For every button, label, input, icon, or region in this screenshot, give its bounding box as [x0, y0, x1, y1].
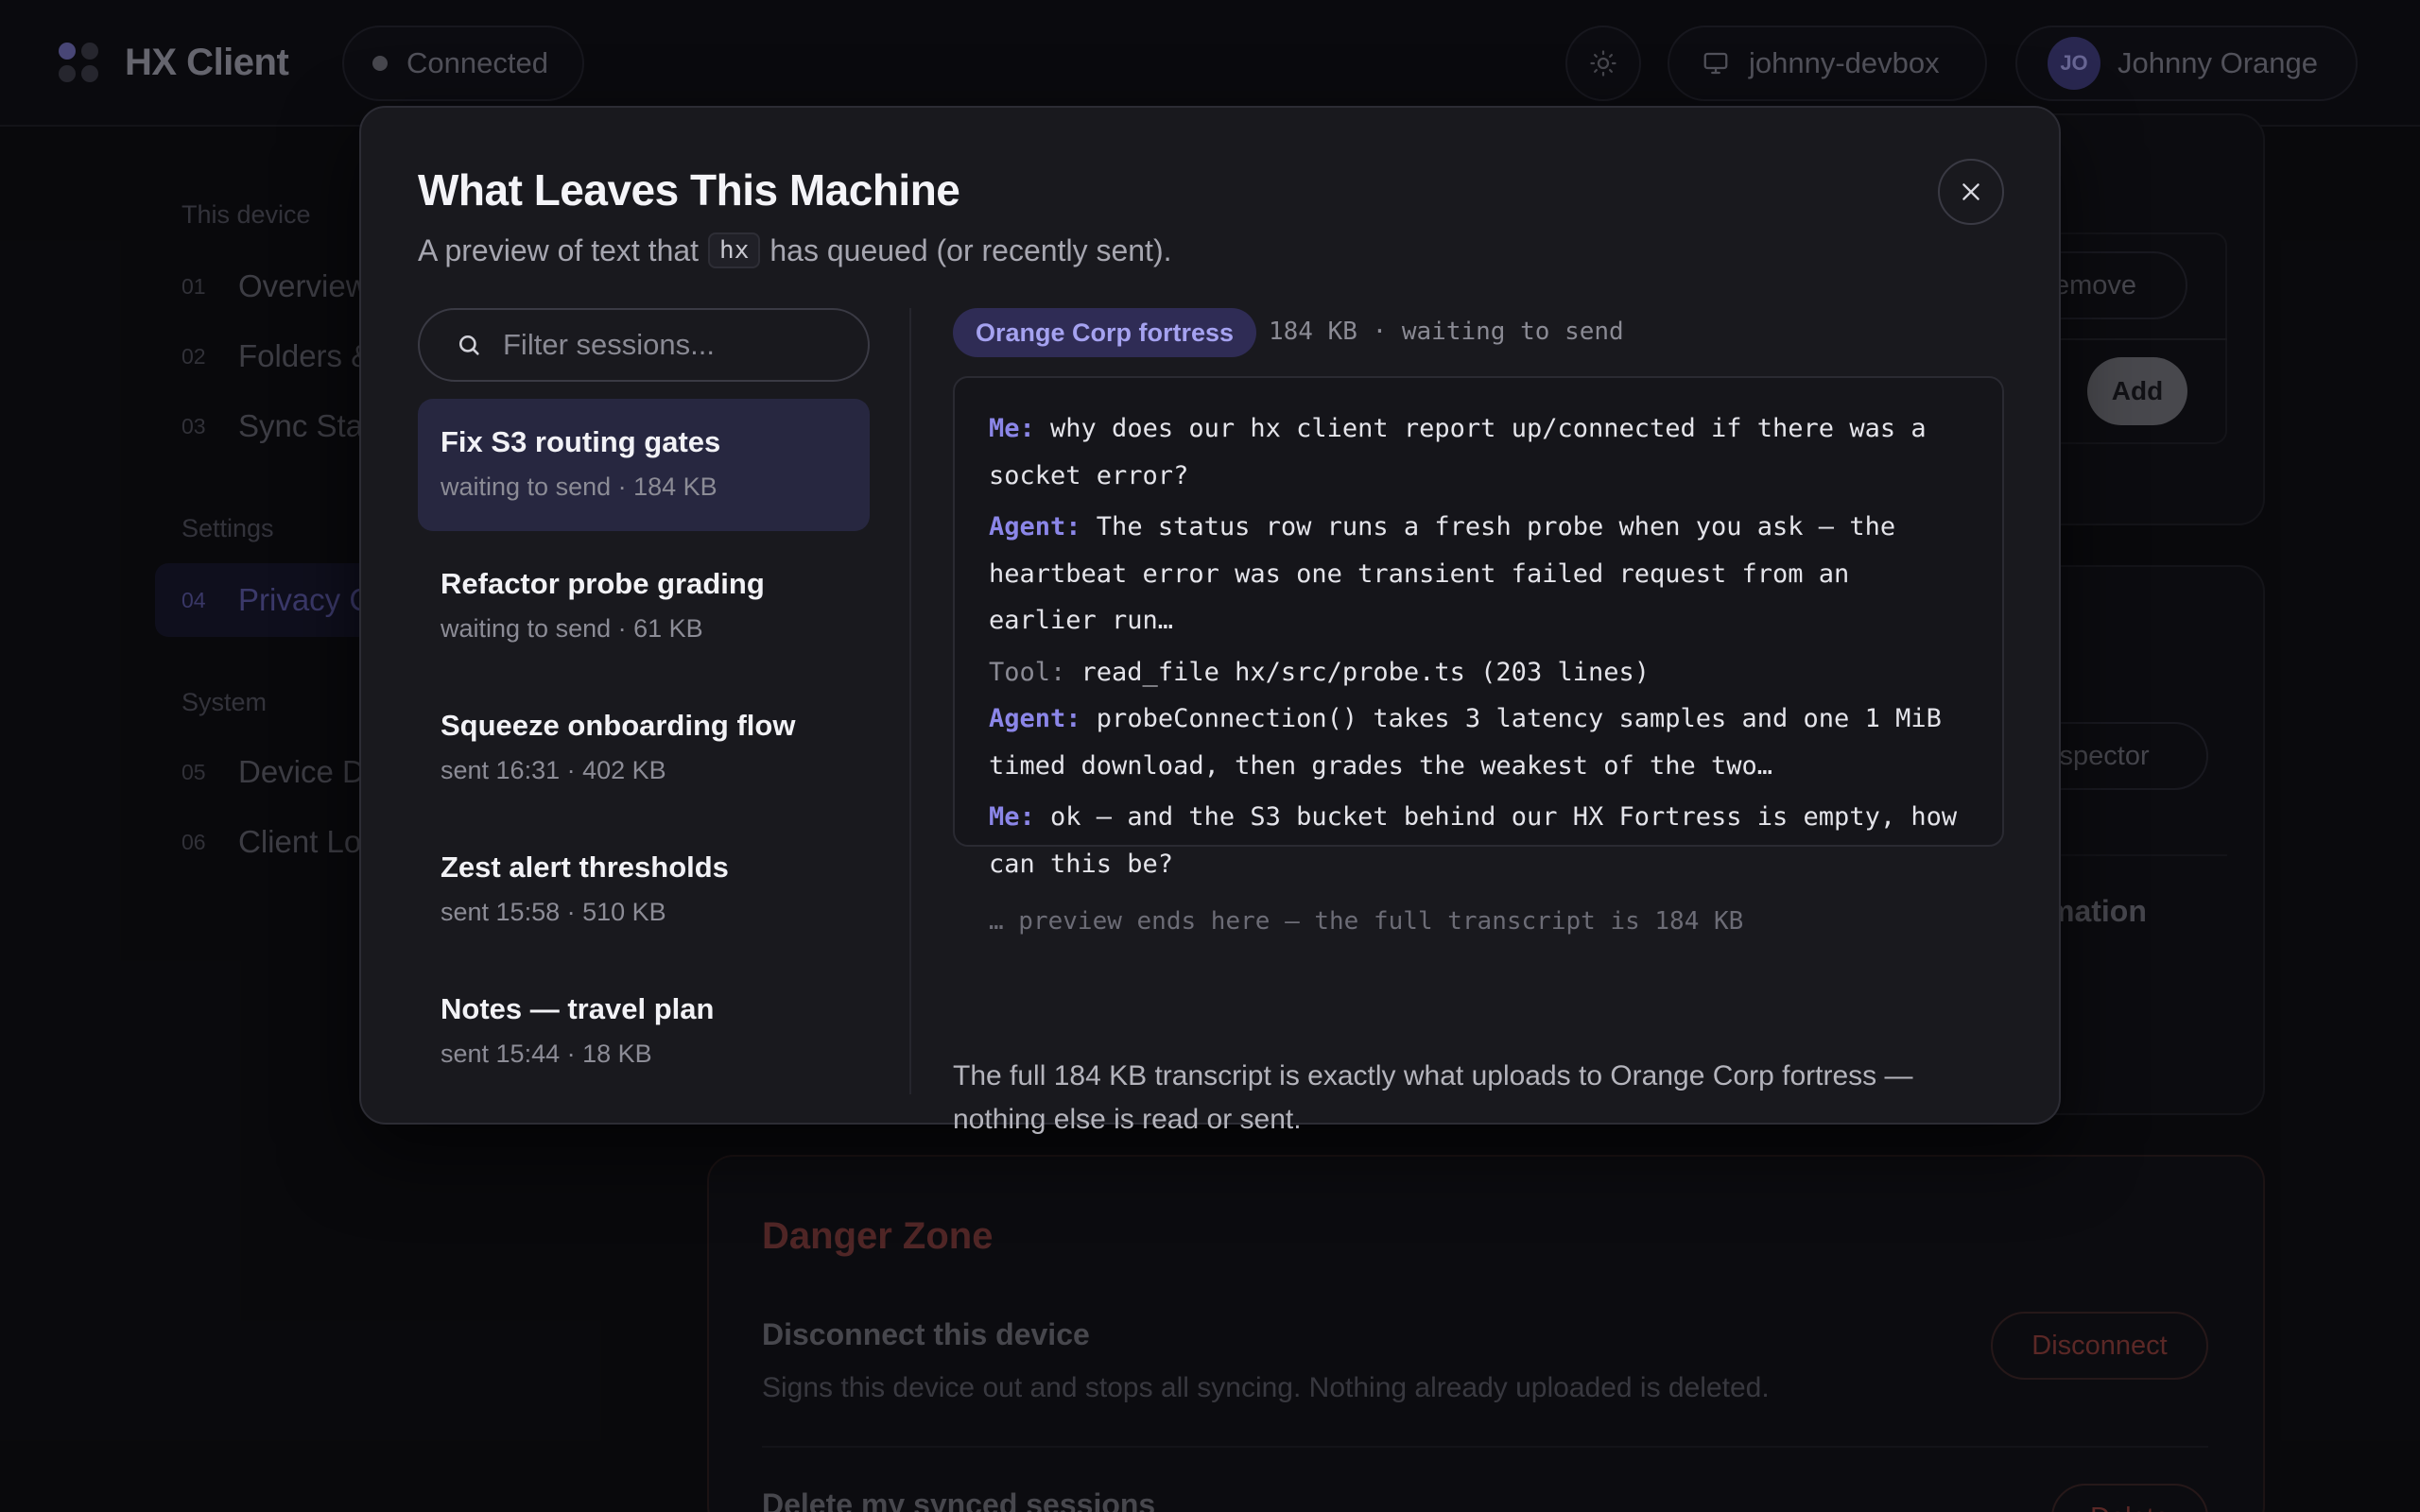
line-text: earlier run… — [989, 606, 1174, 635]
session-item[interactable]: Notes — travel plan sent 15:44 · 18 KB — [418, 966, 870, 1098]
session-item[interactable]: Zest alert thresholds sent 15:58 · 510 K… — [418, 824, 870, 956]
transcript-line: Me: ok — and the S3 bucket behind our HX… — [989, 795, 1968, 841]
session-filter[interactable] — [418, 308, 870, 382]
dialog-title: What Leaves This Machine — [418, 165, 960, 215]
session-meta: sent 15:44 · 18 KB — [441, 1040, 652, 1068]
close-button[interactable] — [1938, 159, 2004, 225]
session-item[interactable]: Fix S3 routing gates waiting to send · 1… — [418, 399, 870, 531]
transcript-line: Agent: The status row runs a fresh probe… — [989, 505, 1968, 551]
what-leaves-dialog: What Leaves This Machine A preview of te… — [359, 106, 2061, 1135]
line-text: timed download, then grades the weakest … — [989, 750, 1773, 781]
panel-divider — [909, 308, 911, 1094]
session-meta: waiting to send · 184 KB — [441, 472, 717, 501]
session-meta: waiting to send · 61 KB — [441, 614, 703, 643]
speaker-label: Agent: — [989, 512, 1081, 541]
destination-badge: Orange Corp fortress — [953, 308, 1257, 357]
line-text: The status row runs a fresh probe when y… — [1080, 512, 1896, 541]
speaker-label: Tool: — [989, 657, 1066, 687]
destination-meta: 184 KB · waiting to send — [1269, 318, 1624, 346]
line-text: heartbeat error was one transient failed… — [989, 558, 1850, 589]
dialog-subtitle: A preview of text that hx has queued (or… — [418, 232, 1171, 268]
session-filter-input[interactable] — [503, 328, 862, 362]
session-title: Fix S3 routing gates — [441, 425, 721, 458]
upload-footnote: The full 184 KB transcript is exactly wh… — [953, 1060, 1913, 1135]
transcript-line: Agent: probeConnection() takes 3 latency… — [989, 696, 1968, 743]
session-item[interactable]: Squeeze onboarding flow sent 16:31 · 402… — [418, 682, 870, 815]
session-title: Zest alert thresholds — [441, 850, 729, 884]
session-meta: sent 16:31 · 402 KB — [441, 756, 666, 784]
close-icon — [1962, 183, 1979, 200]
line-text: socket error? — [989, 460, 1189, 490]
transcript-line: Tool: read_file hx/src/probe.ts (203 lin… — [989, 650, 1968, 696]
line-text: ok — and the S3 bucket behind our HX For… — [1034, 802, 1958, 832]
line-text: can this be? — [989, 849, 1174, 879]
subtitle-text: has queued (or recently sent). — [769, 232, 1172, 267]
line-text: why does our hx client report up/connect… — [1034, 414, 1927, 443]
speaker-label: Agent: — [989, 704, 1081, 733]
session-title: Squeeze onboarding flow — [441, 709, 796, 742]
session-title: Refactor probe grading — [441, 567, 765, 600]
transcript-line: timed download, then grades the weakest … — [989, 744, 1968, 790]
transcript-preview: Me: why does our hx client report up/con… — [953, 376, 2004, 936]
session-item[interactable]: Refactor probe grading waiting to send ·… — [418, 541, 870, 673]
transcript-line: earlier run… — [989, 598, 1968, 644]
line-text: read_file hx/src/probe.ts (203 lines) — [1065, 657, 1650, 687]
speaker-label: Me: — [989, 414, 1035, 443]
preview-end-note: … preview ends here — the full transcrip… — [989, 907, 1744, 936]
subtitle-text: A preview of text that — [418, 232, 700, 267]
transcript-line: heartbeat error was one transient failed… — [989, 552, 1968, 598]
transcript-line: Me: why does our hx client report up/con… — [989, 406, 1968, 453]
subtitle-code: hx — [708, 232, 761, 268]
transcript-line: socket error? — [989, 454, 1968, 500]
speaker-label: Me: — [989, 802, 1035, 832]
transcript-line: can this be? — [989, 842, 1968, 888]
search-icon — [458, 335, 479, 355]
line-text: probeConnection() takes 3 latency sample… — [1080, 704, 1942, 733]
session-meta: sent 15:58 · 510 KB — [441, 898, 666, 926]
session-title: Notes — travel plan — [441, 992, 715, 1025]
